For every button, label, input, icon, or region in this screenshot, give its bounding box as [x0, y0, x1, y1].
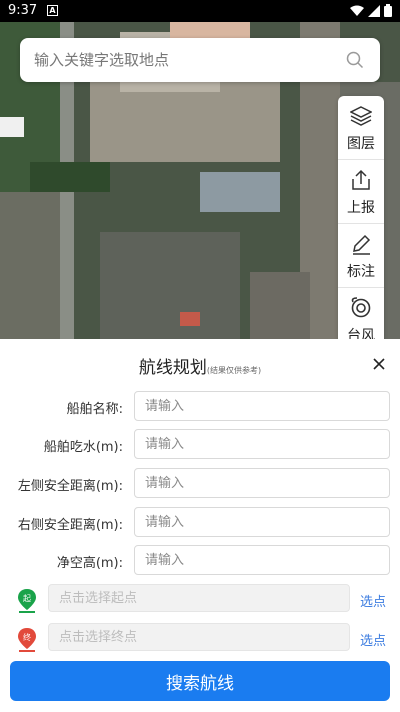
- status-icons: [350, 4, 392, 17]
- search-bar: [20, 38, 380, 82]
- ship-name-input[interactable]: [134, 391, 390, 421]
- typhoon-icon: [351, 297, 371, 318]
- right-safe-distance-input[interactable]: [134, 507, 390, 537]
- end-point-input[interactable]: [48, 623, 350, 651]
- upload-icon: [352, 169, 370, 190]
- search-input[interactable]: [34, 38, 334, 82]
- battery-icon: [384, 4, 392, 17]
- status-bar: 9:37 A: [0, 0, 400, 22]
- field-label: 左侧安全距离(m):: [17, 479, 123, 494]
- start-point-row: 起 选点: [0, 584, 400, 616]
- end-pick-link[interactable]: 选点: [360, 630, 386, 649]
- panel-subtitle: (结果仅供参考): [206, 366, 262, 375]
- signal-icon: [368, 4, 380, 17]
- wifi-icon: [350, 5, 364, 16]
- start-pin-badge: 起: [23, 594, 31, 603]
- start-pin-icon: 起: [18, 589, 36, 613]
- close-icon[interactable]: [368, 353, 390, 375]
- left-safe-distance-input[interactable]: [134, 468, 390, 498]
- field-label: 船舶名称:: [66, 402, 123, 417]
- field-clearance-height: 净空高(m):: [0, 545, 400, 577]
- status-time: 9:37: [8, 3, 38, 18]
- route-planning-panel: 航线规划(结果仅供参考) 船舶名称: 船舶吃水(m): 左侧安全距离(m): 右…: [0, 339, 400, 712]
- end-pin-icon: 终: [18, 628, 36, 652]
- tool-report[interactable]: 上报: [338, 160, 384, 224]
- search-icon[interactable]: [346, 51, 364, 69]
- tool-label: 上报: [347, 200, 375, 216]
- start-point-input[interactable]: [48, 584, 350, 612]
- map-toolbar: 图层 上报 标注 台风: [338, 96, 384, 346]
- end-pin-badge: 终: [23, 632, 31, 642]
- start-pick-link[interactable]: 选点: [360, 591, 386, 610]
- end-point-row: 终 选点: [0, 623, 400, 655]
- layers-icon: [350, 106, 372, 126]
- notification-icon: A: [47, 5, 58, 16]
- panel-title: 航线规划(结果仅供参考): [0, 353, 400, 378]
- tool-label: 图层: [347, 136, 375, 152]
- tool-typhoon[interactable]: 台风: [338, 288, 384, 346]
- field-left-safe-distance: 左侧安全距离(m):: [0, 468, 400, 500]
- ship-draft-input[interactable]: [134, 429, 390, 459]
- pencil-icon: [353, 234, 371, 255]
- field-right-safe-distance: 右侧安全距离(m):: [0, 507, 400, 539]
- field-label: 净空高(m):: [56, 556, 123, 571]
- field-ship-name: 船舶名称:: [0, 391, 400, 423]
- field-label: 右侧安全距离(m):: [17, 518, 123, 533]
- tool-label: 标注: [347, 264, 375, 280]
- tool-annotate[interactable]: 标注: [338, 224, 384, 288]
- clearance-height-input[interactable]: [134, 545, 390, 575]
- field-ship-draft: 船舶吃水(m):: [0, 429, 400, 461]
- tool-layers[interactable]: 图层: [338, 96, 384, 160]
- panel-title-text: 航线规划: [138, 358, 207, 378]
- search-route-button[interactable]: 搜索航线: [10, 661, 390, 701]
- field-label: 船舶吃水(m):: [43, 440, 123, 455]
